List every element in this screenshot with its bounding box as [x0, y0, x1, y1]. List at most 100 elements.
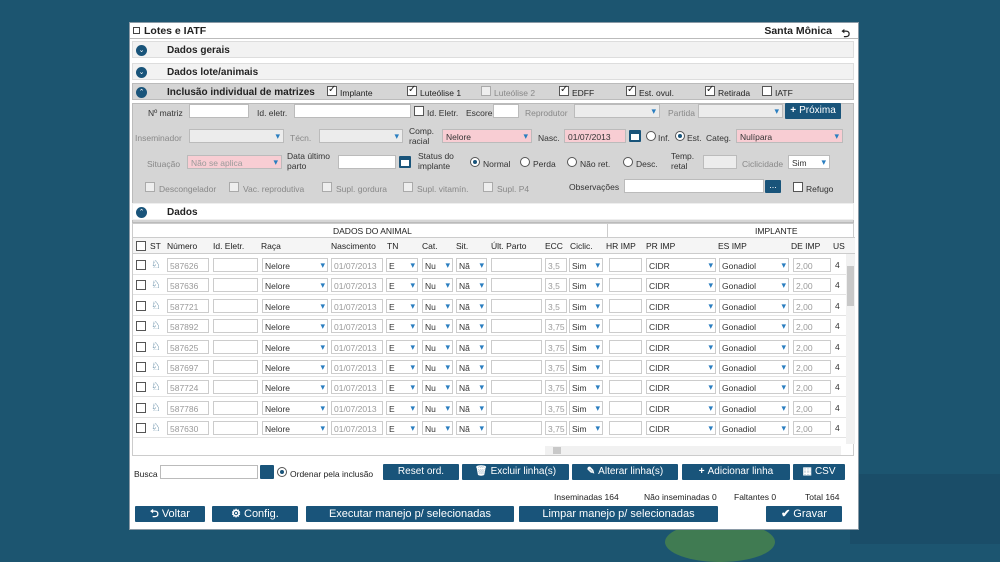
cell-cic[interactable]: Sim — [569, 380, 603, 394]
back-button[interactable]: ⮌Voltar — [135, 506, 205, 522]
cell-num[interactable]: 587697 — [167, 360, 209, 374]
inseminador-select[interactable] — [189, 129, 284, 143]
matriz-input[interactable] — [189, 104, 249, 118]
select-all-checkbox[interactable] — [136, 241, 146, 251]
cell-cat[interactable]: Nu — [422, 299, 453, 313]
scroll-thumb[interactable] — [553, 447, 561, 454]
luteolise2-checkbox[interactable] — [481, 86, 491, 96]
obs-more-button[interactable]: ... — [765, 180, 781, 193]
table-row[interactable]: ♘587626Nelore01/07/2013ENuNã3,5SimCIDRGo… — [133, 255, 848, 275]
cell-raca[interactable]: Nelore — [262, 299, 328, 313]
section-data[interactable]: ⌃ Dados — [132, 203, 854, 220]
cell-es[interactable]: Gonadiol — [719, 401, 789, 415]
tecn-select[interactable] — [319, 129, 403, 143]
cell-sit[interactable]: Nã — [456, 401, 487, 415]
chevron-up-icon[interactable]: ⌃ — [136, 87, 147, 98]
column-header[interactable]: Últ. Parto — [491, 241, 526, 251]
cell-ecc[interactable]: 3,75 — [545, 401, 567, 415]
cell-empty[interactable] — [491, 258, 542, 272]
cell-raca[interactable]: Nelore — [262, 401, 328, 415]
cell-tn[interactable]: E — [386, 401, 418, 415]
cell-empty[interactable] — [491, 360, 542, 374]
cell-num[interactable]: 587636 — [167, 278, 209, 292]
partida-select[interactable] — [698, 104, 783, 118]
horizontal-scrollbar[interactable] — [545, 446, 841, 455]
cell-raca[interactable]: Nelore — [262, 258, 328, 272]
reprodutor-select[interactable] — [574, 104, 660, 118]
delete-rows-button[interactable]: 🗑Excluir linha(s) — [462, 464, 569, 480]
cell-us[interactable]: 4 — [833, 299, 847, 313]
cell-empty[interactable] — [213, 380, 258, 394]
cell-empty[interactable] — [609, 360, 642, 374]
cell-tn[interactable]: E — [386, 278, 418, 292]
cell-ecc[interactable]: 3,5 — [545, 278, 567, 292]
cell-cic[interactable]: Sim — [569, 421, 603, 435]
cell-es[interactable]: Gonadiol — [719, 278, 789, 292]
row-checkbox[interactable] — [136, 423, 146, 433]
cell-empty[interactable] — [491, 278, 542, 292]
cell-de[interactable]: 2,00 — [793, 401, 831, 415]
column-header[interactable]: US — [833, 241, 845, 251]
cell-ecc[interactable]: 3,75 — [545, 340, 567, 354]
row-checkbox[interactable] — [136, 382, 146, 392]
cell-es[interactable]: Gonadiol — [719, 340, 789, 354]
vac-checkbox[interactable] — [229, 182, 239, 192]
cell-raca[interactable]: Nelore — [262, 340, 328, 354]
cell-de[interactable]: 2,00 — [793, 278, 831, 292]
cell-empty[interactable] — [609, 401, 642, 415]
cell-num[interactable]: 587724 — [167, 380, 209, 394]
column-header[interactable]: ES IMP — [718, 241, 747, 251]
cell-empty[interactable] — [491, 380, 542, 394]
row-checkbox[interactable] — [136, 301, 146, 311]
edff-checkbox[interactable] — [559, 86, 569, 96]
escore-input[interactable] — [493, 104, 519, 118]
cell-empty[interactable] — [609, 299, 642, 313]
cell-sit[interactable]: Nã — [456, 299, 487, 313]
row-checkbox[interactable] — [136, 260, 146, 270]
iatf-checkbox[interactable] — [762, 86, 772, 96]
edit-rows-button[interactable]: ✎Alterar linha(s) — [572, 464, 678, 480]
cell-num[interactable]: 587892 — [167, 319, 209, 333]
column-header[interactable]: DE IMP — [791, 241, 820, 251]
order-radio[interactable] — [277, 467, 287, 477]
table-row[interactable]: ♘587892Nelore01/07/2013ENuNã3,75SimCIDRG… — [133, 316, 848, 336]
table-row[interactable]: ♘587721Nelore01/07/2013ENuNã3,5SimCIDRGo… — [133, 296, 848, 316]
cell-empty[interactable] — [213, 340, 258, 354]
table-row[interactable]: ♘587630Nelore01/07/2013ENuNã3,75SimCIDRG… — [133, 418, 848, 438]
cell-sit[interactable]: Nã — [456, 319, 487, 333]
cell-de[interactable]: 2,00 — [793, 319, 831, 333]
column-header[interactable]: Número — [167, 241, 197, 251]
section-general[interactable]: ⌄ Dados gerais — [132, 41, 854, 58]
cell-es[interactable]: Gonadiol — [719, 258, 789, 272]
categ-select[interactable]: Nulípara — [736, 129, 843, 143]
column-header[interactable]: ECC — [545, 241, 563, 251]
chevron-up-icon[interactable]: ⌃ — [136, 207, 147, 218]
cell-de[interactable]: 2,00 — [793, 299, 831, 313]
config-button[interactable]: ⚙Config. — [212, 506, 298, 522]
gordura-checkbox[interactable] — [322, 182, 332, 192]
chevron-down-icon[interactable]: ⌄ — [136, 67, 147, 78]
nasc-input[interactable]: 01/07/2013 — [564, 129, 626, 143]
scroll-thumb[interactable] — [847, 266, 854, 306]
cell-nasc[interactable]: 01/07/2013 — [331, 360, 383, 374]
situacao-select[interactable]: Não se aplica — [187, 155, 282, 169]
row-checkbox[interactable] — [136, 403, 146, 413]
cell-nasc[interactable]: 01/07/2013 — [331, 401, 383, 415]
cell-sit[interactable]: Nã — [456, 278, 487, 292]
table-row[interactable]: ♘587697Nelore01/07/2013ENuNã3,75SimCIDRG… — [133, 357, 848, 377]
cell-num[interactable]: 587626 — [167, 258, 209, 272]
row-checkbox[interactable] — [136, 362, 146, 372]
cell-empty[interactable] — [491, 421, 542, 435]
cell-es[interactable]: Gonadiol — [719, 380, 789, 394]
cell-us[interactable]: 4 — [833, 401, 847, 415]
ciclicidade-select[interactable]: Sim — [788, 155, 830, 169]
cell-nasc[interactable]: 01/07/2013 — [331, 299, 383, 313]
normal-radio[interactable] — [470, 157, 480, 167]
cell-pr[interactable]: CIDR — [646, 360, 716, 374]
cell-cic[interactable]: Sim — [569, 299, 603, 313]
vertical-scrollbar[interactable] — [846, 254, 855, 444]
cell-de[interactable]: 2,00 — [793, 360, 831, 374]
cell-cic[interactable]: Sim — [569, 340, 603, 354]
implante-checkbox[interactable] — [327, 86, 337, 96]
cell-cat[interactable]: Nu — [422, 380, 453, 394]
